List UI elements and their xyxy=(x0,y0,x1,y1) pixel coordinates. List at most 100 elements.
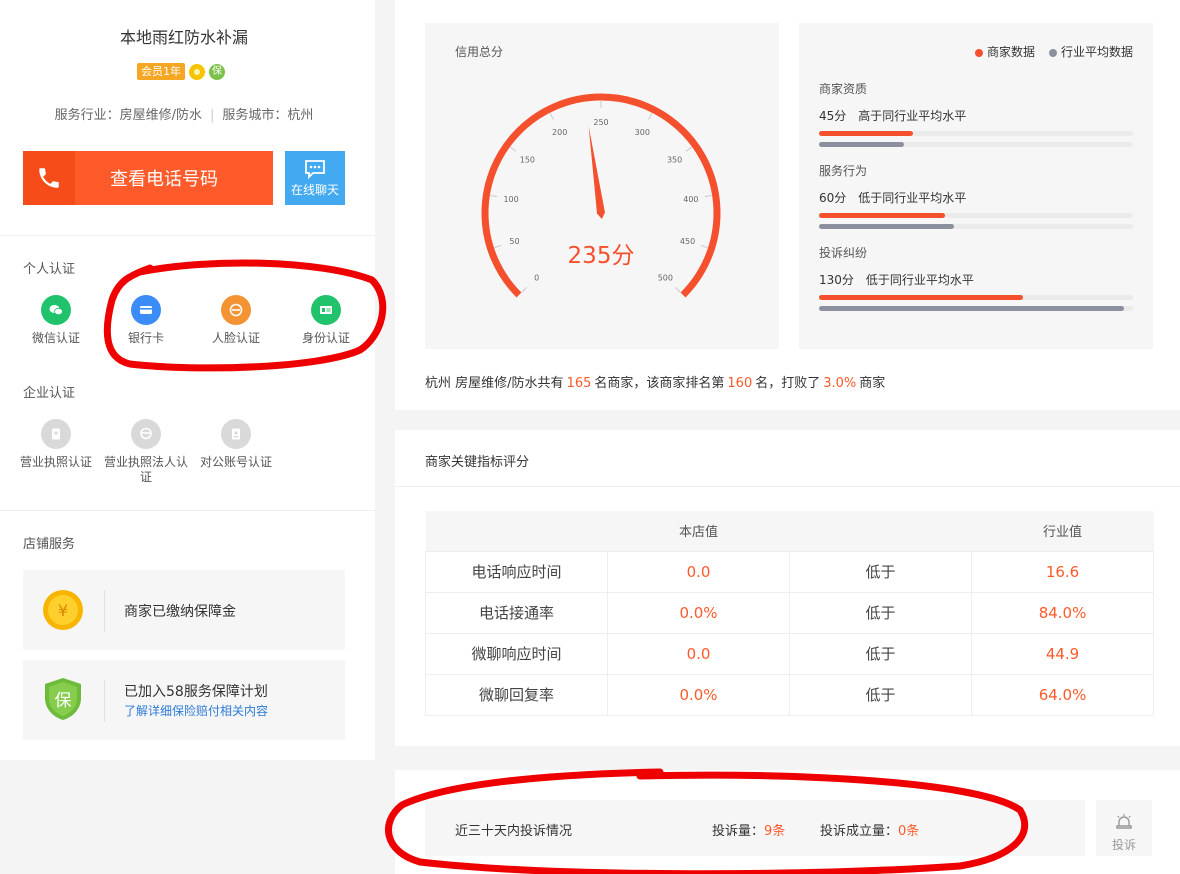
ranking-total: 165 xyxy=(566,376,592,391)
complaint-valid: 投诉成立量：0条 xyxy=(820,820,919,839)
kpi-title: 商家关键指标评分 xyxy=(425,455,530,470)
industry-bar-track xyxy=(819,306,1133,311)
license-icon xyxy=(41,419,71,449)
complain-button[interactable]: 投诉 xyxy=(1096,800,1152,856)
gauge-tick xyxy=(510,146,517,152)
ranking-city: 杭州 xyxy=(425,376,452,391)
cert-item[interactable]: 微信认证 xyxy=(11,295,101,346)
complaint-valid-label: 投诉成立量： xyxy=(820,824,899,839)
divider xyxy=(0,235,375,236)
complaint-title: 近三十天内投诉情况 xyxy=(455,824,573,839)
cert-item[interactable]: 对公账号认证 xyxy=(191,419,281,470)
industry-bar-track xyxy=(819,224,1133,229)
kpi-industry-value: 64.0% xyxy=(971,673,1155,716)
industry-city-line: 服务行业：房屋维修/防水 | 服务城市：杭州 xyxy=(0,104,368,123)
stat-score: 60分 xyxy=(819,191,847,205)
merchant-bar-track xyxy=(819,213,1133,218)
stat-desc: 低于同行业平均水平 xyxy=(865,273,974,287)
insurance-detail-link[interactable]: 了解详细保险赔付相关内容 xyxy=(124,702,268,719)
gauge-tick xyxy=(685,146,692,152)
bank-card-icon xyxy=(131,295,161,325)
industry-value: 房屋维修/防水 xyxy=(119,108,202,123)
stat-row: 130分 低于同行业平均水平 xyxy=(819,271,1133,288)
legal-person-icon xyxy=(131,419,161,449)
cert-item[interactable]: 身份认证 xyxy=(281,295,371,346)
gauge-tick-label: 50 xyxy=(509,237,519,246)
complaint-summary: 近三十天内投诉情况 投诉量：9条 投诉成立量：0条 xyxy=(425,800,1085,856)
stat-desc: 低于同行业平均水平 xyxy=(858,191,967,205)
view-phone-button[interactable]: 查看电话号码 xyxy=(23,151,273,205)
online-chat-button[interactable]: 在线聊天 xyxy=(285,151,345,205)
kpi-table: 本店值 行业值 电话响应时间 0.0 低于 16.6 电话接通率 0.0% 低于 84.0% 微… xyxy=(425,511,1155,716)
stat-name: 商家资质 xyxy=(819,82,868,96)
legend-industry-dot xyxy=(1048,48,1057,57)
deposit-card: ¥ 商家已缴纳保障金 xyxy=(23,570,345,650)
legend-merchant: 商家数据 xyxy=(974,43,1035,60)
gauge-tick xyxy=(521,286,528,293)
kpi-compare: 低于 xyxy=(788,673,973,716)
gauge-tick xyxy=(490,194,498,198)
industry-bar xyxy=(819,224,955,229)
gauge-tick xyxy=(674,286,681,293)
coin-symbol: ¥ xyxy=(58,601,68,620)
ranking-text: 商家 xyxy=(859,376,886,391)
kpi-store-value: 0.0% xyxy=(607,673,790,716)
separator: | xyxy=(209,108,215,123)
complaint-count-label: 投诉量： xyxy=(712,824,765,839)
stat-name: 投诉纠纷 xyxy=(819,246,868,260)
complaint-count: 投诉量：9条 xyxy=(712,820,785,839)
kpi-metric-name: 微聊回复率 xyxy=(425,673,608,716)
stat-row: 45分 高于同行业平均水平 xyxy=(819,107,1133,124)
stat-row: 60分 低于同行业平均水平 xyxy=(819,189,1133,206)
merchant-bar-track xyxy=(819,295,1133,300)
ranking-industry: 房屋维修/防水 xyxy=(455,376,538,391)
kpi-compare: 低于 xyxy=(788,632,973,675)
kpi-row: 微聊响应时间 0.0 低于 44.9 xyxy=(425,632,1155,675)
city-label: 服务城市： xyxy=(222,108,288,123)
kpi-store-value: 0.0 xyxy=(607,550,790,593)
merchant-sidebar: 本地雨红防水补漏 会员1年 保 服务行业：房屋维修/防水 | 服务城市：杭州 查看电… xyxy=(0,0,375,760)
gauge-tick xyxy=(494,244,502,249)
cert-item[interactable]: 人脸认证 xyxy=(191,295,281,346)
stat-name: 服务行为 xyxy=(819,164,868,178)
ranking-percent: 3.0% xyxy=(823,376,857,391)
cert-label: 银行卡 xyxy=(127,331,164,345)
stat-score: 45分 xyxy=(819,109,847,123)
credit-title: 信用总分 xyxy=(455,45,504,59)
shield-icon: 保 xyxy=(45,678,81,720)
cert-label: 营业执照认证 xyxy=(19,455,92,469)
gauge-tick-label: 250 xyxy=(593,118,608,127)
credit-score: 235分 xyxy=(568,243,635,269)
wechat-icon xyxy=(41,295,71,325)
cert-item[interactable]: 营业执照法人认证 xyxy=(101,419,191,485)
guarantee-plan-text: 已加入58服务保障计划 xyxy=(124,684,268,700)
deposit-text: 商家已缴纳保障金 xyxy=(124,604,236,620)
kpi-col-industry: 行业值 xyxy=(971,511,1154,551)
kpi-metric-name: 电话接通率 xyxy=(425,591,608,634)
phone-icon xyxy=(23,151,75,205)
cert-item[interactable]: 银行卡 xyxy=(101,295,191,346)
kpi-store-value: 0.0 xyxy=(607,632,790,675)
stat-group: 商家资质 45分 高于同行业平均水平 xyxy=(819,80,1133,147)
gauge-tick-label: 350 xyxy=(667,156,682,165)
kpi-store-value: 0.0% xyxy=(607,591,790,634)
complain-label: 投诉 xyxy=(1111,838,1136,852)
cert-item[interactable]: 营业执照认证 xyxy=(11,419,101,470)
cert-label: 对公账号认证 xyxy=(199,455,272,469)
kpi-header-row: 本店值 行业值 xyxy=(425,511,1154,551)
gauge-tick-label: 450 xyxy=(680,237,695,246)
account-icon xyxy=(221,419,251,449)
legend-merchant-label: 商家数据 xyxy=(986,45,1035,59)
coin-icon: ¥ xyxy=(43,590,83,630)
kpi-metric-name: 电话响应时间 xyxy=(425,550,608,593)
shield-symbol: 保 xyxy=(55,691,72,711)
face-icon xyxy=(221,295,251,325)
credit-gauge: 0 50 100 150 200 250 300 350 400 450 500 235分 xyxy=(481,93,721,298)
merchant-bar xyxy=(819,295,1024,300)
online-chat-label: 在线聊天 xyxy=(290,182,339,197)
kpi-row: 微聊回复率 0.0% 低于 64.0% xyxy=(425,673,1155,716)
city-value: 杭州 xyxy=(287,108,314,123)
divider xyxy=(0,510,375,511)
badge-row: 会员1年 保 xyxy=(137,63,225,80)
cert-label: 营业执照法人认证 xyxy=(103,455,188,484)
